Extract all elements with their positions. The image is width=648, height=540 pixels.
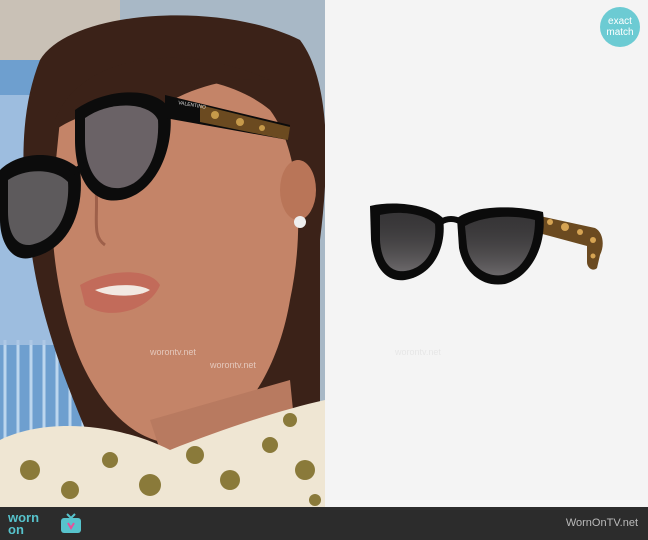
wornontv-logo[interactable]: worn on (6, 510, 86, 538)
logo-line-2: on (8, 522, 24, 537)
badge-line-1: exact (608, 16, 632, 27)
product-panel: worontv.net (325, 0, 648, 507)
sunglasses-product-image (370, 203, 603, 285)
celebrity-photo: VALENTINO worontv.net worontv.net (0, 0, 325, 507)
watermark-text: worontv.net (150, 347, 196, 357)
site-name: WornOnTV.net (565, 517, 638, 529)
watermark-text: worontv.net (395, 347, 441, 357)
tv-icon (61, 513, 81, 533)
image-canvas: VALENTINO worontv.net worontv.net woront… (0, 0, 648, 540)
watermark-text: worontv.net (210, 360, 256, 370)
footer-bar: worn on WornOnTV.net (0, 507, 648, 540)
exact-match-badge: exact match (600, 7, 640, 47)
badge-line-2: match (606, 27, 634, 38)
photo-illustration: VALENTINO (0, 0, 325, 507)
logo-text: worn on (8, 511, 39, 537)
